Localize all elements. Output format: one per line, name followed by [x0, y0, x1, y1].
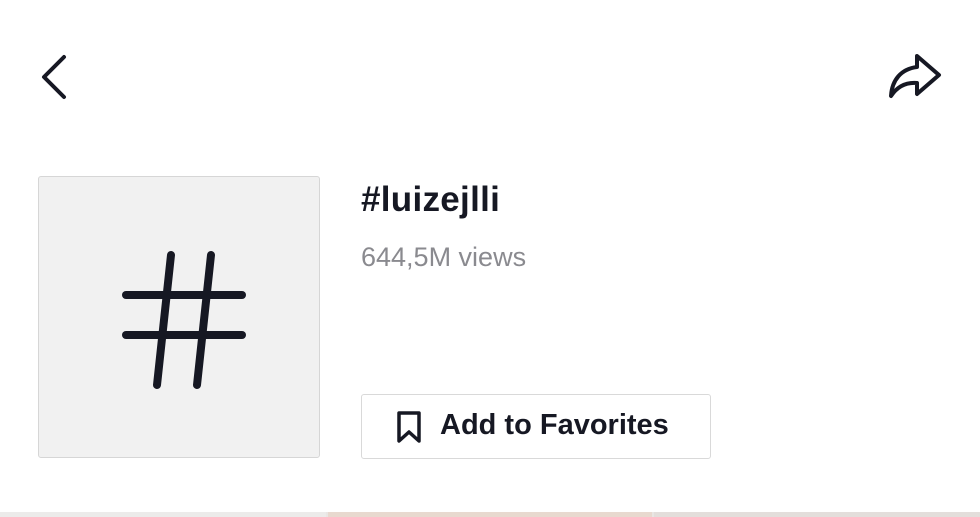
- hashtag-icon: [122, 251, 246, 389]
- video-thumbnail-edge: [328, 512, 652, 517]
- hashtag-view-count: 644,5M views: [361, 242, 527, 272]
- video-grid-preview-edge: [0, 512, 980, 517]
- hashtag-thumbnail: [38, 176, 320, 458]
- add-to-favorites-label: Add to Favorites: [440, 409, 669, 441]
- chevron-left-icon: [42, 55, 66, 99]
- back-button[interactable]: [34, 50, 78, 102]
- hashtag-page: #luizejlli 644,5M views Add to Favorites: [0, 0, 980, 517]
- video-thumbnail-edge: [0, 512, 326, 517]
- bookmark-icon: [397, 411, 421, 443]
- hashtag-title: #luizejlli: [361, 180, 501, 219]
- add-to-favorites-button[interactable]: Add to Favorites: [361, 394, 711, 459]
- share-button[interactable]: [884, 50, 948, 104]
- video-thumbnail-edge: [654, 512, 980, 517]
- share-arrow-icon: [889, 54, 941, 98]
